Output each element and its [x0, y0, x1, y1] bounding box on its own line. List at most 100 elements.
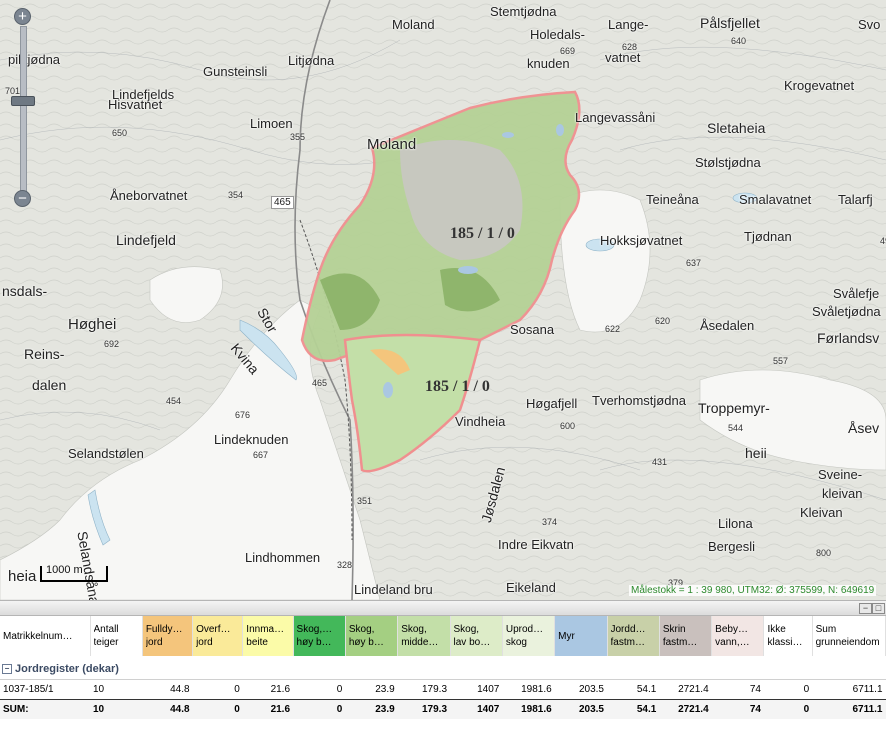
column-header-label: fastm… — [662, 637, 698, 648]
zoom-track[interactable] — [20, 26, 27, 198]
table-cell: 0 — [293, 699, 346, 719]
place-label: Førlandsv — [817, 330, 880, 346]
column-header[interactable]: Ikke klassi… — [763, 616, 813, 656]
place-label: Åsedalen — [700, 318, 755, 333]
elevation-label: 622 — [605, 324, 621, 334]
column-header[interactable]: Uprod… skog — [502, 616, 556, 656]
place-label: Svo — [858, 17, 881, 32]
column-header[interactable]: Sum grunneiendom — [812, 616, 886, 656]
column-header[interactable]: Innma… beite — [242, 616, 294, 656]
place-label: Åsev — [848, 420, 880, 436]
column-header[interactable]: Skog, lav bo… — [450, 616, 503, 656]
elevation-label: 544 — [728, 423, 744, 433]
column-header-label: Myr — [558, 630, 575, 642]
place-label: Troppemyr- — [698, 400, 770, 416]
place-label: vatnet — [605, 50, 641, 65]
place-label: Gunsteinsli — [203, 64, 268, 79]
table-cell: 1407 — [450, 679, 503, 700]
column-header-label: Skog, — [348, 624, 375, 635]
place-label: Høgafjell — [526, 396, 578, 411]
table-cell: 0 — [293, 679, 346, 700]
coordinate-readout: Målestokk = 1 : 39 980, UTM32: Ø: 375599… — [629, 585, 877, 596]
column-header-label: jord — [196, 637, 213, 648]
parcel-id-label[interactable]: 185 / 1 / 0 — [425, 378, 490, 396]
column-header-label: lav bo… — [453, 637, 491, 648]
place-label: Bergesli — [708, 539, 755, 554]
column-header[interactable]: Fulldy… jord — [142, 616, 194, 656]
column-header-label: grunneiendom — [815, 637, 880, 648]
scale-bar: 1000 m — [40, 564, 108, 582]
place-label: Krogevatnet — [784, 78, 855, 93]
place-label: heia — [8, 568, 37, 585]
column-header-label: Skog, — [453, 624, 480, 635]
table-cell: 54.1 — [607, 679, 660, 700]
place-label: Vindheia — [455, 414, 506, 429]
table-cell: 0 — [763, 679, 813, 700]
place-label: Lindhommen — [245, 550, 321, 565]
place-label: Talarfj — [838, 192, 873, 207]
place-label: Tjødnan — [744, 229, 792, 244]
group-header[interactable]: − Jordregister (dekar) — [0, 656, 886, 680]
column-header[interactable]: Beby… vann,… — [711, 616, 765, 656]
elevation-label: 354 — [228, 190, 244, 200]
column-header-label: fastm… — [610, 637, 645, 648]
column-header-label: Uprod… — [505, 624, 544, 635]
collapse-panel-button[interactable]: − — [859, 603, 872, 614]
zoom-out-button[interactable]: − — [14, 190, 31, 207]
column-header-label: høy b… — [296, 637, 332, 648]
place-label: Hokksjøvatnet — [600, 233, 683, 248]
column-header-label: beite — [246, 637, 268, 648]
table-cell: 2721.4 — [659, 699, 712, 719]
table-cell: 0 — [192, 679, 243, 700]
place-label: nsdals- — [2, 283, 48, 299]
sum-row[interactable]: SUM: 10 44.8 0 21.6 0 23.9 179.3 1407 1981.6 203.5… — [0, 699, 886, 719]
place-label: Tverhomstjødna — [592, 393, 686, 408]
parcel-id-label[interactable]: 185 / 1 / 0 — [450, 225, 515, 243]
table-cell: 0 — [763, 699, 813, 719]
column-header-label: Skrin — [662, 624, 686, 635]
elevation-label: 557 — [773, 356, 789, 366]
elevation-label: 800 — [816, 548, 832, 558]
column-header[interactable]: Matrikkelnum… — [0, 616, 91, 656]
zoom-slider-handle[interactable] — [11, 96, 35, 106]
place-label: Sveine- — [818, 467, 863, 482]
elevation-label: 620 — [655, 316, 671, 326]
place-label: Smalavatnet — [739, 192, 812, 207]
place-label: Reins- — [24, 346, 65, 362]
map-view[interactable]: Moland Stemtjødna Svo Holedals-knuden Lange-… — [0, 0, 886, 600]
table-cell: 10 — [90, 679, 143, 700]
column-header-label: høy b… — [348, 637, 384, 648]
column-header-label: vann,… — [715, 637, 750, 648]
expand-panel-button[interactable]: □ — [872, 603, 885, 614]
column-header[interactable]: Jordd… fastm… — [607, 616, 660, 656]
column-header-label: Fulldy… — [145, 624, 183, 635]
column-header[interactable]: Skrin fastm… — [659, 616, 713, 656]
column-header[interactable]: Skog,… høy b… — [293, 616, 346, 656]
place-label: heii — [745, 445, 767, 461]
table-cell: 21.6 — [242, 679, 294, 700]
table-cell: 44.8 — [142, 679, 193, 700]
table-cell: 6711.1 — [812, 679, 886, 700]
table-row[interactable]: 1037-185/1 10 44.8 0 21.6 0 23.9 179.3 1407 1981.… — [0, 679, 886, 700]
table-cell: 10 — [90, 699, 143, 719]
column-header[interactable]: Skog, høy b… — [345, 616, 399, 656]
place-label: Stølstjødna — [695, 155, 761, 170]
table-cell: 54.1 — [607, 699, 660, 719]
table-cell: 1981.6 — [502, 699, 555, 719]
column-header[interactable]: Skog, midde… — [397, 616, 451, 656]
group-toggle-icon[interactable]: − — [2, 663, 12, 674]
place-label: Moland — [367, 136, 417, 153]
column-header-label: skog — [505, 637, 527, 648]
column-header[interactable]: Myr — [554, 616, 608, 656]
column-header[interactable]: Overf… jord — [192, 616, 244, 656]
table-cell: 2721.4 — [659, 679, 712, 700]
column-header[interactable]: Antall teiger — [90, 616, 143, 656]
place-label: Selandstølen — [68, 446, 144, 461]
panel-toolbar: − □ — [0, 600, 886, 616]
table-cell: 179.3 — [397, 699, 451, 719]
table-cell: 1407 — [450, 699, 503, 719]
table-cell: 23.9 — [345, 699, 398, 719]
elevation-label: 351 — [357, 496, 373, 506]
zoom-in-button[interactable]: + — [14, 8, 31, 25]
column-header-label: Beby… — [715, 624, 748, 635]
